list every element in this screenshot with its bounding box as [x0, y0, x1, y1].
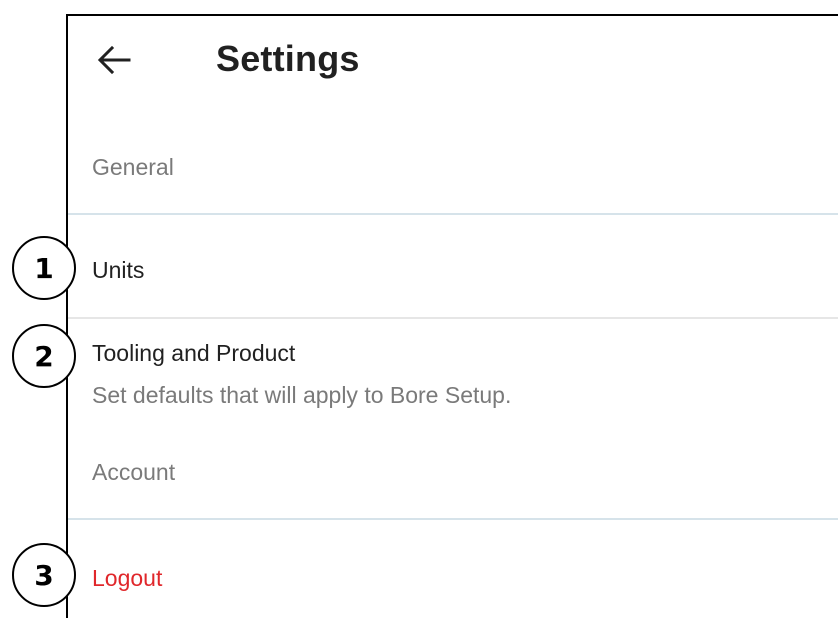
list-item-units[interactable]: Units — [68, 215, 838, 317]
units-label: Units — [92, 257, 145, 283]
back-button[interactable] — [90, 36, 138, 84]
callout-badge-1: 1 — [12, 236, 76, 300]
section-header-account: Account — [92, 459, 176, 485]
page-title: Settings — [216, 38, 360, 79]
arrow-left-icon — [97, 45, 131, 75]
app-bar: Settings — [68, 16, 838, 106]
tooling-and-product-subtitle: Set defaults that will apply to Bore Set… — [92, 382, 512, 408]
list-item-logout[interactable]: Logout — [68, 520, 838, 618]
callout-badge-2: 2 — [12, 324, 76, 388]
tooling-and-product-label: Tooling and Product — [92, 340, 296, 366]
settings-screen: Settings General Units Tooling and Produ… — [66, 14, 838, 618]
section-header-general: General — [92, 154, 174, 180]
list-item-tooling-and-product[interactable]: Tooling and Product Set defaults that wi… — [68, 319, 838, 437]
callout-badge-3: 3 — [12, 543, 76, 607]
logout-label: Logout — [92, 565, 163, 591]
